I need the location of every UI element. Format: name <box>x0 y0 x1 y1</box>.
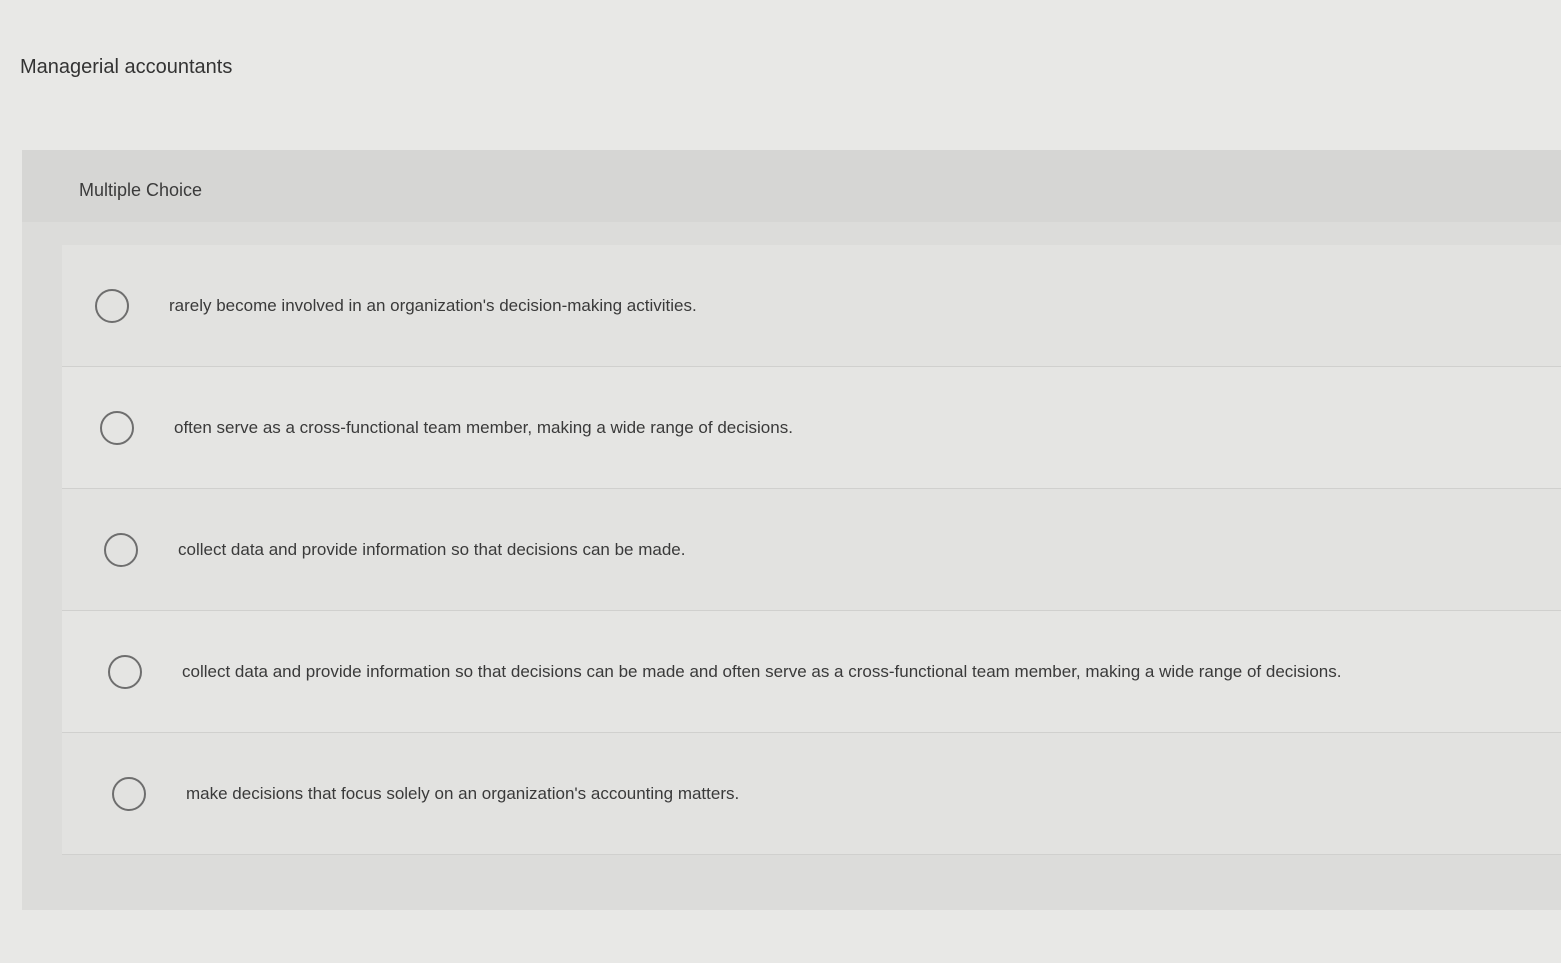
radio-button[interactable] <box>95 288 129 323</box>
answer-option-label[interactable]: collect data and provide information so … <box>182 662 1341 682</box>
answer-option[interactable]: collect data and provide information so … <box>62 611 1561 733</box>
question-type-label: Multiple Choice <box>79 180 203 200</box>
panel-header: Multiple Choice <box>22 150 1561 222</box>
answer-option-label[interactable]: collect data and provide information so … <box>178 540 685 560</box>
radio-button[interactable] <box>108 654 142 689</box>
answer-option[interactable]: often serve as a cross-functional team m… <box>62 367 1561 489</box>
answer-option-label[interactable]: rarely become involved in an organizatio… <box>169 296 697 316</box>
answer-option[interactable]: collect data and provide information so … <box>62 489 1561 611</box>
radio-button[interactable] <box>112 776 146 811</box>
answer-option[interactable]: make decisions that focus solely on an o… <box>62 733 1561 855</box>
answer-option-label[interactable]: often serve as a cross-functional team m… <box>174 418 793 438</box>
radio-button[interactable] <box>100 410 134 445</box>
answer-option[interactable]: rarely become involved in an organizatio… <box>62 245 1561 367</box>
answer-option-label[interactable]: make decisions that focus solely on an o… <box>186 784 739 804</box>
radio-button[interactable] <box>104 532 138 567</box>
answer-options: rarely become involved in an organizatio… <box>62 245 1561 855</box>
question-stem: Managerial accountants <box>20 56 233 78</box>
multiple-choice-panel: Multiple Choice rarely become involved i… <box>22 150 1561 910</box>
